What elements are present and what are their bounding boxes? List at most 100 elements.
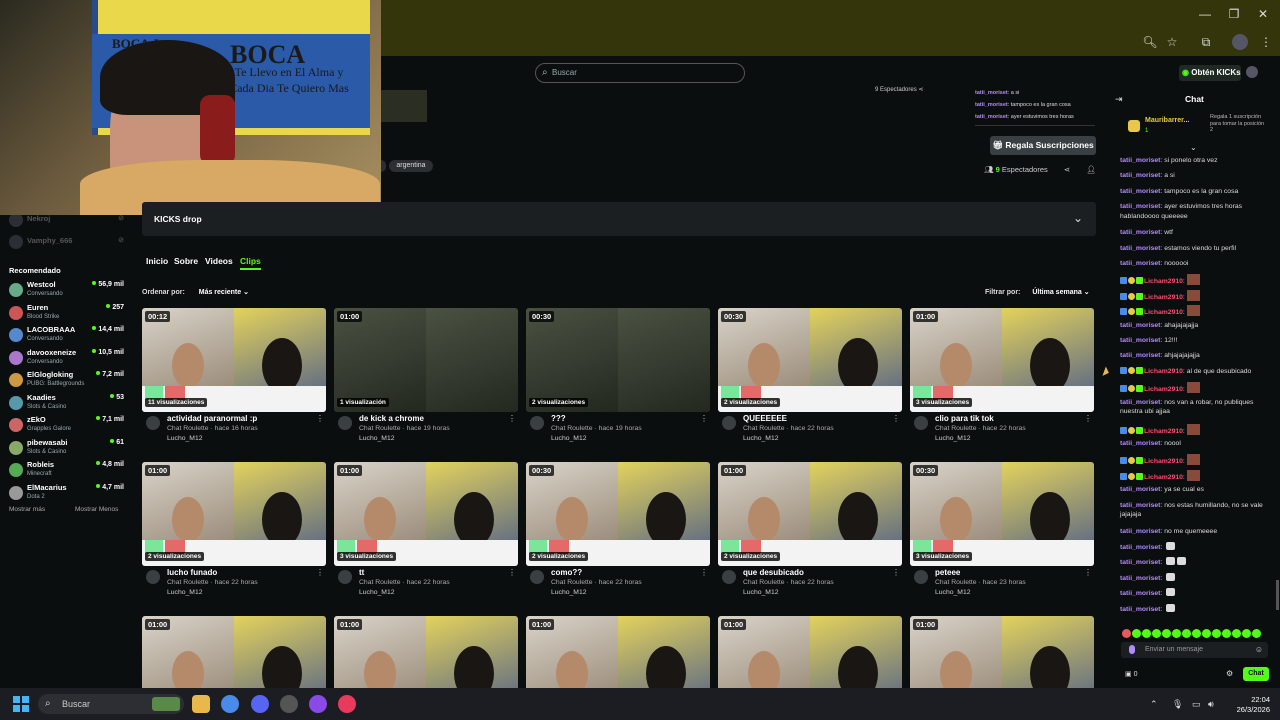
clip-thumbnail[interactable]: 01:00 2 visualizaciones	[718, 462, 902, 566]
taskbar-clock[interactable]: 22:04 26/3/2026	[1228, 695, 1270, 715]
chat-username[interactable]: tatii_moriset	[1120, 352, 1160, 359]
avatar[interactable]	[338, 416, 352, 430]
show-more-link[interactable]: Mostrar más	[9, 506, 45, 513]
chat-username[interactable]: tatii_moriset	[975, 102, 1008, 108]
clip-card[interactable]: 01:00 2 visualizaciones que desubicado Chat…	[718, 462, 902, 608]
add-user-icon[interactable]: 👤︎	[1086, 165, 1096, 174]
emote-shortcut-icon[interactable]	[1142, 629, 1151, 638]
emote-shortcut-icon[interactable]	[1222, 629, 1231, 638]
emote-shortcut-icon[interactable]	[1232, 629, 1241, 638]
sidebar-item[interactable]: Westcol Conversando 56,9 mil	[9, 280, 124, 302]
kicks-balance[interactable]: ▣ 0	[1125, 670, 1137, 678]
emote-shortcut-icon[interactable]	[1202, 629, 1211, 638]
clip-author[interactable]: Lucho_M12	[167, 589, 203, 596]
clip-thumbnail[interactable]: 01:00 3 visualizaciones	[910, 308, 1094, 412]
clip-category[interactable]: Chat Roulette	[167, 579, 209, 586]
clip-author[interactable]: Lucho_M12	[935, 589, 971, 596]
avatar[interactable]	[914, 416, 928, 430]
emote-shortcut-icon[interactable]	[1182, 629, 1191, 638]
profile-avatar-icon[interactable]	[1232, 34, 1248, 50]
avatar[interactable]	[338, 570, 352, 584]
bookmark-star-icon[interactable]: ☆	[1164, 34, 1180, 50]
clip-card[interactable]: 01:00	[142, 616, 326, 720]
emote-shortcut-icon[interactable]	[1172, 629, 1181, 638]
clip-author[interactable]: Lucho_M12	[167, 435, 203, 442]
clip-card[interactable]: 00:30 2 visualizaciones como?? Chat Roulett…	[526, 462, 710, 608]
clip-title[interactable]: tt	[359, 568, 364, 577]
chat-username[interactable]: tatii_moriset	[1120, 188, 1160, 195]
filter-select[interactable]: Última semana ⌄	[1028, 287, 1093, 298]
collapse-chat-icon[interactable]: ⇥	[1115, 94, 1123, 105]
search-input[interactable]: ⌕ Buscar	[535, 63, 745, 83]
clip-thumbnail[interactable]: 01:00 2 visualizaciones	[142, 462, 326, 566]
clip-thumbnail[interactable]: 01:00 3 visualizaciones	[334, 462, 518, 566]
tray-chevron-icon[interactable]: ⌃	[1150, 699, 1158, 710]
minimize-icon[interactable]: —	[1197, 6, 1213, 22]
chat-username[interactable]: Licham2910	[1144, 278, 1183, 285]
clip-author[interactable]: Lucho_M12	[935, 435, 971, 442]
sort-select[interactable]: Más reciente ⌄	[195, 287, 253, 298]
chat-username[interactable]: tatii_moriset	[1120, 544, 1160, 551]
clip-category[interactable]: Chat Roulette	[743, 425, 785, 432]
sidebar-following-item[interactable]: Vamphy_666 ⊘	[9, 232, 124, 254]
gear-icon[interactable]: ⚙	[1226, 669, 1233, 678]
clip-title[interactable]: actividad paranormal :p	[167, 414, 257, 423]
clip-title[interactable]: clio para tik tok	[935, 414, 994, 423]
more-options-icon[interactable]: ⋮	[700, 568, 708, 577]
sidebar-item[interactable]: pibewasabi Slots & Casino 61	[9, 438, 124, 460]
avatar[interactable]	[530, 416, 544, 430]
chevron-down-icon[interactable]: ⌄	[1073, 211, 1083, 225]
clip-title[interactable]: como??	[551, 568, 582, 577]
tab-sobre[interactable]: Sobre	[174, 256, 198, 266]
more-options-icon[interactable]: ⋮	[1084, 568, 1092, 577]
send-chat-button[interactable]: Chat	[1243, 667, 1269, 681]
chat-username[interactable]: tatii_moriset	[1120, 606, 1160, 613]
clip-card[interactable]: 01:00	[910, 616, 1094, 720]
chat-username[interactable]: tatii_moriset	[1120, 337, 1160, 344]
more-options-icon[interactable]: ⋮	[316, 568, 324, 577]
chat-username[interactable]: Licham2910	[1144, 458, 1183, 465]
clip-author[interactable]: Lucho_M12	[743, 435, 779, 442]
clip-author[interactable]: Lucho_M12	[359, 589, 395, 596]
chat-username[interactable]: tatii_moriset	[975, 114, 1008, 120]
emote-shortcut-icon[interactable]	[1242, 629, 1251, 638]
clip-category[interactable]: Chat Roulette	[935, 579, 977, 586]
chat-username[interactable]: tatii_moriset	[1120, 440, 1160, 447]
share-icon[interactable]: ⋖	[1064, 165, 1070, 174]
chat-username[interactable]: tatii_moriset	[1120, 486, 1160, 493]
sidebar-item[interactable]: ElGlogloking PUBG: Battlegrounds 7,2 mil	[9, 370, 124, 392]
clip-title[interactable]: QUEEEEEE	[743, 414, 787, 423]
emote-shortcut-icon[interactable]	[1252, 629, 1261, 638]
kicks-drop-panel[interactable]	[142, 202, 1096, 236]
clip-author[interactable]: Lucho_M12	[551, 589, 587, 596]
network-icon[interactable]: ▭	[1192, 699, 1201, 710]
clip-card[interactable]: 01:00 3 visualizaciones clio para tik tok C…	[910, 308, 1094, 454]
chrome-icon[interactable]	[221, 695, 239, 713]
tab-videos[interactable]: Videos	[205, 256, 233, 266]
avatar[interactable]	[722, 570, 736, 584]
clip-card[interactable]: 01:00	[334, 616, 518, 720]
sidebar-item[interactable]: zEkO Grapples Galore 7,1 mil	[9, 415, 124, 437]
sidebar-item[interactable]: Kaadies Slots & Casino 53	[9, 393, 124, 415]
tab-inicio[interactable]: Inicio	[146, 256, 168, 266]
more-options-icon[interactable]: ⋮	[508, 414, 516, 423]
file-explorer-icon[interactable]	[192, 695, 210, 713]
get-kicks-button[interactable]: ◉ Obtén KICKs	[1179, 65, 1241, 81]
volume-icon[interactable]: 🔊︎	[1208, 699, 1214, 710]
clip-title[interactable]: lucho funado	[167, 568, 217, 577]
sidebar-item[interactable]: ElMacarius Dota 2 4,7 mil	[9, 483, 124, 505]
chat-username[interactable]: tatii_moriset	[1120, 203, 1160, 210]
extensions-icon[interactable]: ⧉	[1198, 34, 1214, 50]
chat-username[interactable]: Licham2910	[1144, 309, 1183, 316]
maximize-icon[interactable]: ❐	[1226, 6, 1242, 22]
emote-shortcut-icon[interactable]	[1132, 629, 1141, 638]
clip-card[interactable]: 01:00	[526, 616, 710, 720]
clip-category[interactable]: Chat Roulette	[359, 425, 401, 432]
clip-title[interactable]: que desubicado	[743, 568, 804, 577]
more-options-icon[interactable]: ⋮	[892, 568, 900, 577]
sidebar-item[interactable]: Euren Blood Strike 257	[9, 303, 124, 325]
chat-username[interactable]: Licham2910	[1144, 428, 1183, 435]
emote-bar[interactable]	[1122, 625, 1272, 638]
windows-start-icon[interactable]	[13, 696, 29, 712]
clip-card[interactable]: 01:00 2 visualizaciones lucho funado Chat R…	[142, 462, 326, 608]
